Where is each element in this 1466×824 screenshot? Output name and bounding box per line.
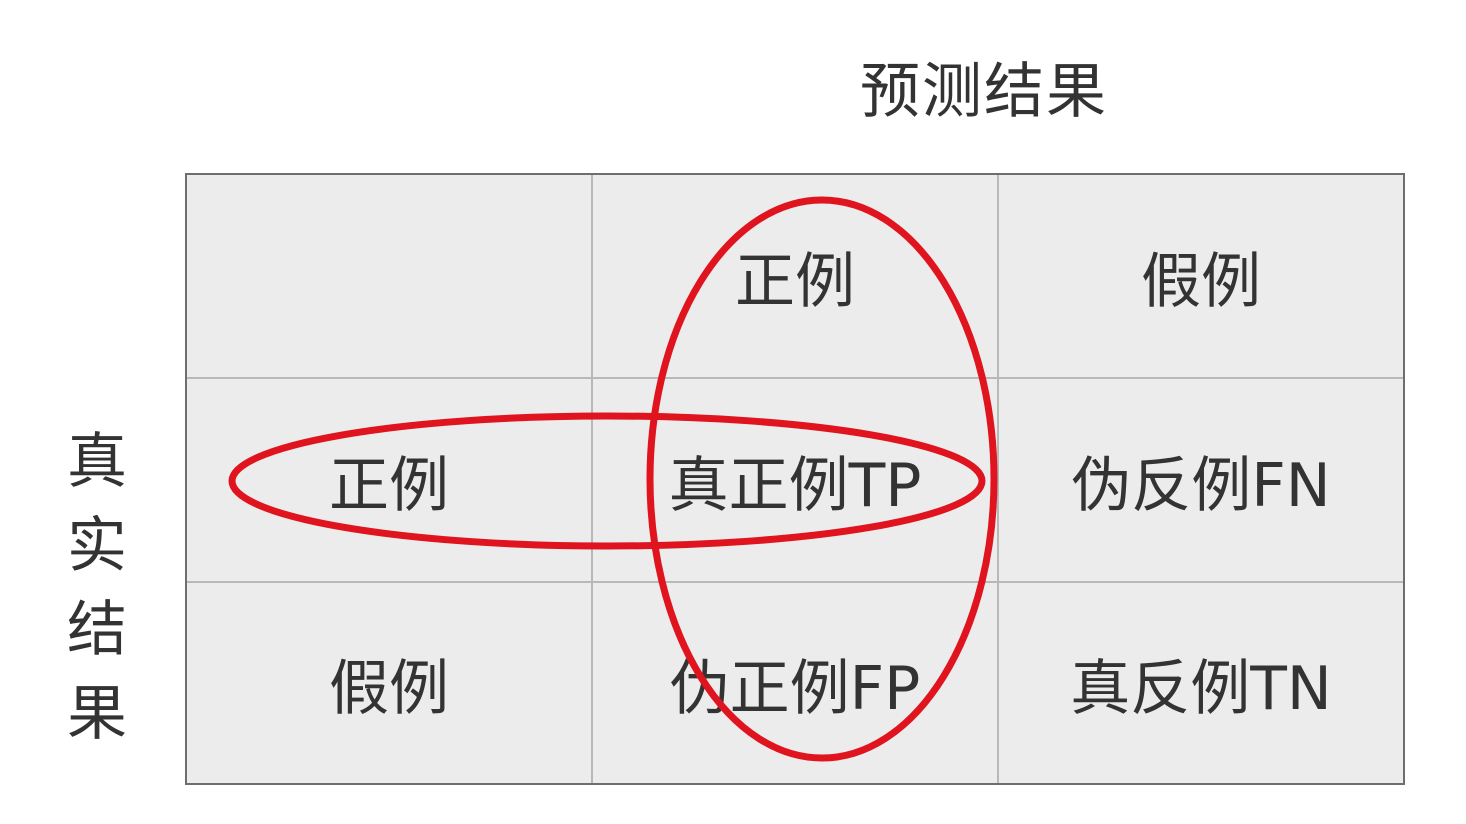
cell-false-positive: 伪正例FP bbox=[593, 583, 999, 783]
corner-cell bbox=[187, 175, 593, 379]
header-predicted-positive: 正例 bbox=[593, 175, 999, 379]
actual-label-char: 实 bbox=[67, 511, 127, 581]
confusion-matrix: 正例 假例 正例 真正例TP 伪反例FN 假例 伪正例FP 真反例TN bbox=[185, 173, 1405, 785]
header-predicted-negative: 假例 bbox=[999, 175, 1403, 379]
actual-result-label: 真 实 结 果 bbox=[62, 420, 132, 756]
cell-true-positive: 真正例TP bbox=[593, 379, 999, 583]
actual-label-char: 果 bbox=[67, 679, 127, 749]
actual-label-char: 真 bbox=[67, 427, 127, 497]
predicted-result-label: 预测结果 bbox=[860, 57, 1108, 127]
row-label-actual-negative: 假例 bbox=[187, 583, 593, 783]
actual-label-char: 结 bbox=[67, 595, 127, 665]
cell-false-negative: 伪反例FN bbox=[999, 379, 1403, 583]
cell-true-negative: 真反例TN bbox=[1070, 653, 1332, 724]
row-label-actual-positive: 正例 bbox=[187, 379, 593, 583]
